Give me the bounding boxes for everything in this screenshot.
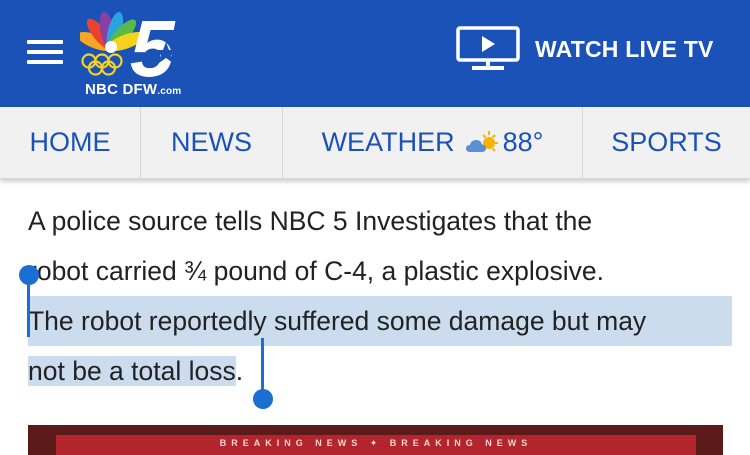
site-header: 5 NBC DFW.com WATCH LIVE TV	[0, 0, 750, 107]
menu-icon[interactable]	[27, 40, 63, 64]
article-line: robot carried ¾ pound of C-4, a plastic …	[28, 256, 604, 286]
nav-item-weather[interactable]: WEATHER 88°	[283, 107, 583, 178]
selection-end-handle[interactable]	[253, 389, 273, 409]
article-line: not be a total loss.	[28, 356, 244, 386]
article-line-selected: The robot reportedly suffered some damag…	[28, 296, 732, 346]
breaking-news-text: BREAKING NEWS ✦ BREAKING NEWS	[219, 438, 533, 448]
selected-text: The robot reportedly suffered some damag…	[28, 296, 732, 346]
nbcdfw-logo[interactable]: 5 NBC DFW.com	[80, 10, 205, 100]
partly-sunny-icon	[465, 130, 498, 152]
nav-item-label: NEWS	[171, 127, 252, 157]
tv-play-icon	[456, 26, 520, 70]
logo-wordmark: NBC DFW.com	[85, 81, 182, 98]
menu-icon-bar	[27, 50, 63, 54]
selection-end-caret	[261, 338, 264, 394]
peacock-five-logo-icon: 5	[80, 10, 177, 82]
nav-item-label: WEATHER	[321, 127, 455, 157]
selected-text: not be a total loss	[28, 356, 236, 386]
nav-item-home[interactable]: HOME	[0, 107, 141, 178]
nav-item-sports[interactable]: SPORTS	[583, 107, 750, 178]
menu-icon-bar	[27, 60, 63, 64]
weather-temperature: 88°	[502, 127, 544, 157]
menu-icon-bar	[27, 40, 63, 44]
watch-live-tv-button[interactable]: WATCH LIVE TV	[456, 26, 714, 72]
main-nav: HOME NEWS WEATHER 88° SPORTS	[0, 107, 750, 179]
nav-item-news[interactable]: NEWS	[141, 107, 283, 178]
nav-item-label: HOME	[29, 127, 111, 157]
article-line: A police source tells NBC 5 Investigates…	[28, 206, 593, 236]
nav-item-label: SPORTS	[611, 127, 722, 157]
watch-live-label: WATCH LIVE TV	[535, 35, 714, 62]
svg-text:5: 5	[130, 10, 176, 82]
selection-start-caret	[27, 275, 30, 337]
breaking-news-image[interactable]: BREAKING NEWS ✦ BREAKING NEWS	[28, 425, 723, 455]
breaking-news-banner: BREAKING NEWS ✦ BREAKING NEWS	[56, 435, 696, 455]
